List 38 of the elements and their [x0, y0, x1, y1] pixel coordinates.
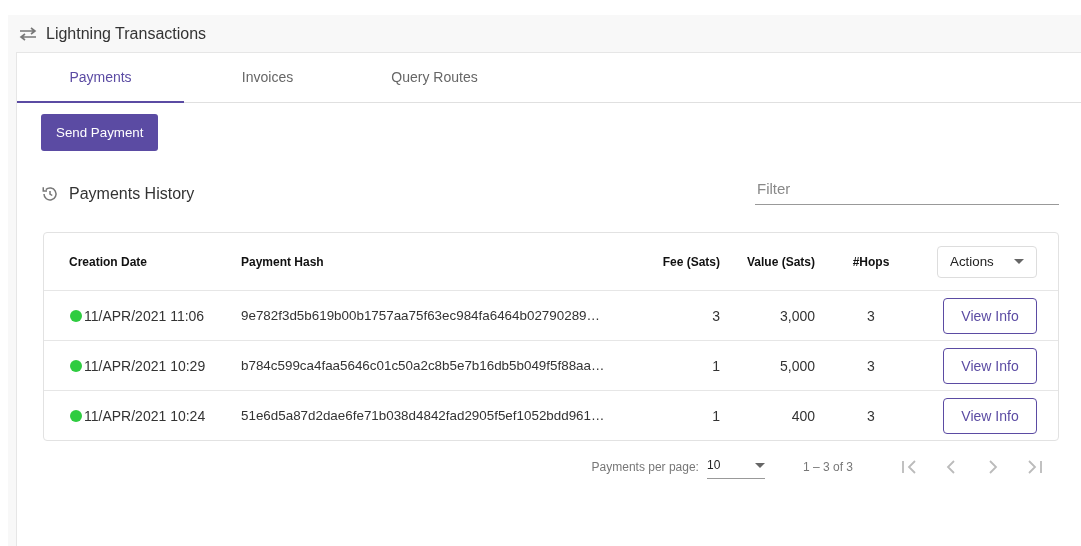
table-cell-text: 3,000 [778, 307, 815, 324]
table-cell-text: 9e782f3d5b619b00b1757aa75f63ec984fa6464b02790289… [241, 308, 601, 323]
dropdown-arrow-icon [1014, 259, 1024, 264]
table-cell-text: 3 [711, 307, 720, 324]
table-cell-text: 3 [866, 307, 876, 324]
filter-field[interactable]: Filter [755, 175, 1059, 205]
column-header: Creation Date [68, 254, 149, 269]
table-cell-text: 11/APR/2021 10:29 [84, 357, 207, 374]
table-cell-text: b784c599ca4faa5646c01c50a2c8b5e7b16db5b049f5f88aa… [241, 358, 606, 373]
dropdown-arrow-icon [754, 462, 765, 468]
view-info-button[interactable]: View Info [943, 347, 1037, 384]
table-cell-text: 1 [711, 357, 720, 374]
column-header: Payment Hash [241, 254, 325, 269]
tab[interactable]: Invoices [184, 53, 351, 103]
table-cell-text: 3 [866, 357, 876, 374]
table-cell-text: 400 [790, 407, 815, 424]
page-size-label: Payments per page: [591, 460, 699, 474]
view-info-button[interactable]: View Info [943, 297, 1037, 334]
swap-arrows-icon [19, 26, 37, 41]
column-header: Value (Sats) [745, 254, 815, 269]
table-cell-text: 51e6d5a87d2dae6fe71b038d4842fad2905f5ef1052bdd961… [241, 408, 606, 423]
column-header: Fee (Sats) [661, 254, 720, 269]
history-icon [41, 185, 59, 203]
table-cell-text: 11/APR/2021 10:24 [84, 407, 207, 424]
page-size-select[interactable]: 10 [706, 455, 765, 479]
table-cell-text: 11/APR/2021 11:06 [84, 307, 206, 324]
tab[interactable]: Query Routes [351, 53, 518, 103]
tab[interactable]: Payments [17, 53, 184, 103]
page-range: 1 – 3 of 3 [802, 460, 853, 474]
section-title: Payments History [69, 185, 195, 203]
page-title: Lightning Transactions [46, 24, 207, 43]
table-cell-text: 3 [866, 407, 876, 424]
column-header: #Hops [851, 254, 891, 269]
send-payment-button[interactable]: Send Payment [41, 114, 159, 151]
table-cell-text: 5,000 [778, 357, 815, 374]
actions-select[interactable]: Actions [937, 245, 1037, 278]
view-info-button[interactable]: View Info [943, 397, 1037, 434]
table-cell-text: 1 [711, 407, 720, 424]
